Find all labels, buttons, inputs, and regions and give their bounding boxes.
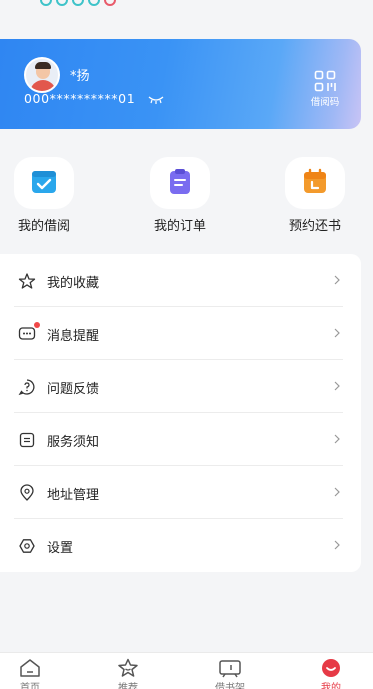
- tab-label: 我的: [321, 683, 341, 689]
- menu-item-favorites[interactable]: 我的收藏: [0, 254, 361, 307]
- bookshelf-icon: [219, 660, 241, 678]
- eye-closed-icon[interactable]: [148, 94, 164, 104]
- menu-item-address[interactable]: 地址管理: [0, 466, 361, 519]
- home-icon: [20, 659, 40, 677]
- menu-item-feedback[interactable]: 问题反馈: [0, 360, 361, 413]
- question-icon: [18, 379, 35, 396]
- tab-profile[interactable]: 我的: [306, 658, 356, 689]
- chevron-right-icon: [334, 434, 340, 444]
- menu-item-settings[interactable]: 设置: [0, 519, 361, 572]
- location-icon: [20, 484, 34, 501]
- check-window-icon: [32, 171, 56, 193]
- tab-label: 借书架: [215, 683, 245, 689]
- chevron-right-icon: [334, 487, 340, 497]
- menu-item-label: 问题反馈: [47, 382, 100, 397]
- status-icon: [88, 0, 100, 6]
- tab-label: 推荐: [118, 683, 138, 689]
- member-card[interactable]: *扬 000**********01 借阅码: [0, 39, 361, 129]
- quick-action-reserve-return[interactable]: 预约还书: [275, 157, 355, 234]
- quick-action-label: 预约还书: [288, 219, 341, 234]
- quick-action-my-borrowing[interactable]: 我的借阅: [4, 157, 84, 234]
- avatar[interactable]: [24, 57, 60, 93]
- card-number: 000**********01: [24, 91, 136, 106]
- clipboard-icon: [170, 169, 190, 194]
- menu-item-label: 我的收藏: [47, 276, 100, 291]
- menu-item-label: 消息提醒: [47, 329, 100, 344]
- menu-item-label: 设置: [47, 541, 74, 556]
- quick-action-label: 我的借阅: [17, 219, 70, 234]
- status-icon: [40, 0, 52, 6]
- status-icon: [56, 0, 68, 6]
- qr-code-icon[interactable]: [314, 70, 336, 92]
- settings-icon: [19, 539, 35, 553]
- chevron-right-icon: [334, 381, 340, 391]
- chevron-right-icon: [334, 540, 340, 550]
- menu-item-label: 服务须知: [47, 435, 100, 450]
- star-icon: [18, 273, 36, 289]
- quick-action-label: 我的订单: [153, 219, 206, 234]
- unread-badge-dot: [34, 322, 40, 328]
- menu-item-service-notice[interactable]: 服务须知: [0, 413, 361, 466]
- tab-label: 首页: [20, 683, 40, 689]
- message-icon: [18, 327, 36, 340]
- tab-bookshelf[interactable]: 借书架: [205, 658, 255, 689]
- chevron-right-icon: [334, 275, 340, 285]
- menu-item-label: 地址管理: [47, 488, 100, 503]
- notice-icon: [19, 432, 35, 448]
- calendar-icon: [304, 168, 326, 193]
- status-icon: [104, 0, 116, 6]
- chevron-right-icon: [334, 328, 340, 338]
- status-icon: [72, 0, 84, 6]
- qr-code-label[interactable]: 借阅码: [304, 94, 346, 108]
- status-bar: [0, 0, 373, 8]
- recommend-icon: [118, 658, 138, 677]
- menu-list: 我的收藏 消息提醒 问题反馈 服务须知 地址管理 设置: [0, 254, 361, 572]
- username: *扬: [70, 69, 90, 84]
- tab-recommend[interactable]: 推荐: [103, 658, 153, 689]
- tab-bar: 首页 推荐 借书架 我的: [0, 652, 373, 689]
- profile-icon: [322, 659, 340, 677]
- quick-action-my-orders[interactable]: 我的订单: [140, 157, 220, 234]
- tab-home[interactable]: 首页: [5, 658, 55, 689]
- menu-item-messages[interactable]: 消息提醒: [0, 307, 361, 360]
